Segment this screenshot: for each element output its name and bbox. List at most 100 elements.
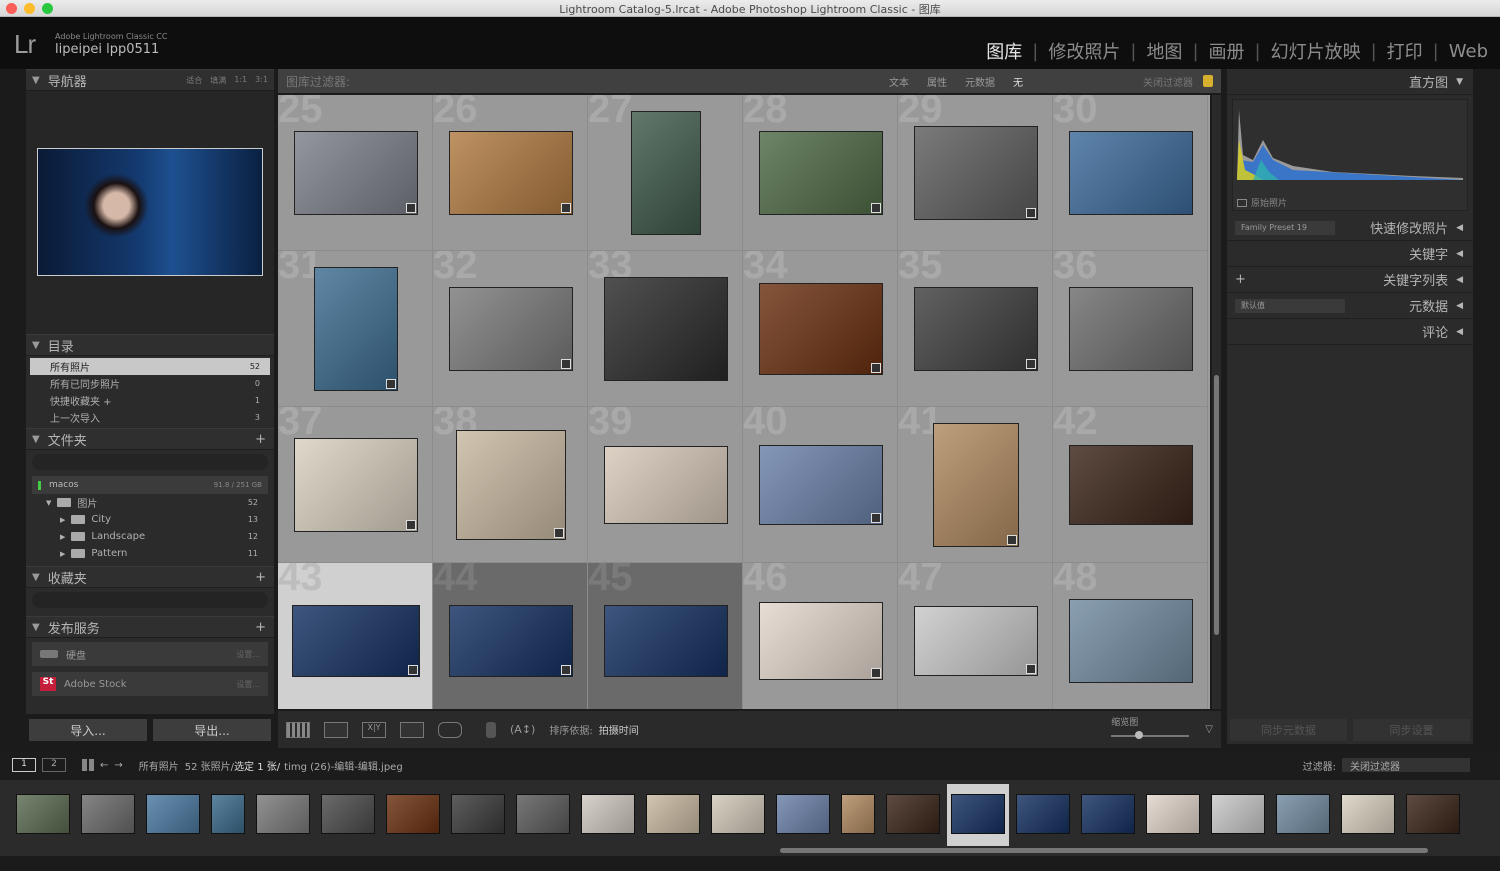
folder-search-field[interactable] bbox=[32, 454, 268, 470]
photo-thumbnail[interactable] bbox=[292, 605, 420, 677]
grid-cell[interactable]: 43 bbox=[278, 563, 433, 709]
folder-item[interactable]: ▶ City 13 bbox=[32, 511, 268, 528]
photo-thumbnail[interactable] bbox=[449, 605, 573, 677]
grid-cell[interactable]: 47 bbox=[898, 563, 1053, 709]
filmstrip-thumbnail[interactable] bbox=[581, 794, 635, 834]
grid-cell[interactable]: 35 bbox=[898, 251, 1053, 407]
photo-thumbnail[interactable] bbox=[1069, 287, 1193, 371]
filmstrip-thumbnail[interactable] bbox=[146, 794, 200, 834]
module-3[interactable]: 画册 bbox=[1209, 38, 1245, 64]
module-6[interactable]: Web bbox=[1449, 41, 1488, 62]
lock-icon[interactable] bbox=[1203, 75, 1213, 87]
add-collection-icon[interactable]: + bbox=[255, 570, 266, 585]
grid-cell[interactable]: 34 bbox=[743, 251, 898, 407]
folder-item[interactable]: ▶ Pattern 11 bbox=[32, 545, 268, 562]
preset-select[interactable]: Family Preset 19 bbox=[1235, 220, 1335, 235]
zoom-option[interactable]: 填满 bbox=[210, 75, 226, 86]
photo-thumbnail[interactable] bbox=[294, 438, 418, 532]
grid-icon[interactable] bbox=[82, 759, 94, 771]
filmstrip-thumbnail[interactable] bbox=[1341, 794, 1395, 834]
export-button[interactable]: 导出... bbox=[153, 719, 271, 741]
comments-header[interactable]: 评论 ◀ bbox=[1227, 319, 1473, 345]
navigator-header[interactable]: ▼ 导航器 适合 填满 1:1 3:1 bbox=[26, 69, 274, 91]
photo-thumbnail[interactable] bbox=[294, 131, 418, 215]
grid-cell[interactable]: 40 bbox=[743, 407, 898, 563]
grid-cell[interactable]: 41 bbox=[898, 407, 1053, 563]
photo-thumbnail[interactable] bbox=[449, 131, 573, 215]
publish-header[interactable]: ▼ 发布服务 + bbox=[26, 616, 274, 638]
forward-arrow-icon[interactable]: → bbox=[114, 760, 122, 771]
filmstrip-thumbnail[interactable] bbox=[1211, 794, 1265, 834]
filmstrip-thumbnail[interactable] bbox=[1276, 794, 1330, 834]
folder-disclosure-icon[interactable]: ▶ bbox=[60, 533, 65, 541]
grid-cell[interactable]: 32 bbox=[433, 251, 588, 407]
photo-thumbnail[interactable] bbox=[914, 126, 1038, 220]
photo-thumbnail[interactable] bbox=[1069, 131, 1193, 215]
original-photo-toggle[interactable]: 原始照片 bbox=[1237, 196, 1287, 209]
grid-cell[interactable]: 46 bbox=[743, 563, 898, 709]
folder-disclosure-icon[interactable]: ▶ bbox=[60, 516, 65, 524]
grid-cell[interactable]: 36 bbox=[1053, 251, 1208, 407]
sync-metadata-button[interactable]: 同步元数据 bbox=[1230, 719, 1347, 741]
grid-cell[interactable]: 30 bbox=[1053, 95, 1208, 251]
photo-thumbnail[interactable] bbox=[933, 423, 1019, 547]
add-folder-icon[interactable]: + bbox=[255, 432, 266, 447]
grid-scroll-thumb[interactable] bbox=[1214, 375, 1219, 635]
compare-view-icon[interactable]: X|Y bbox=[362, 721, 386, 738]
spray-can-icon[interactable] bbox=[486, 721, 496, 738]
grid-cell[interactable]: 48 bbox=[1053, 563, 1208, 709]
primary-window-button[interactable]: 1 bbox=[12, 758, 36, 772]
photo-thumbnail[interactable] bbox=[914, 287, 1038, 371]
sync-settings-button[interactable]: 同步设置 bbox=[1353, 719, 1470, 741]
quick-develop-header[interactable]: Family Preset 19 快速修改照片 ◀ bbox=[1227, 215, 1473, 241]
catalog-item[interactable]: 上一次导入 3 bbox=[30, 409, 270, 426]
thumbnail-thumb[interactable] bbox=[1135, 730, 1144, 739]
filmstrip-thumbnail[interactable] bbox=[1146, 794, 1200, 834]
module-4[interactable]: 幻灯片放映 bbox=[1271, 38, 1361, 64]
grid-view-icon[interactable] bbox=[286, 721, 310, 738]
grid-cell[interactable]: 37 bbox=[278, 407, 433, 563]
photo-thumbnail[interactable] bbox=[631, 111, 701, 235]
filmstrip-thumbnail[interactable] bbox=[211, 794, 245, 834]
collections-header[interactable]: ▼ 收藏夹 + bbox=[26, 566, 274, 588]
photo-thumbnail[interactable] bbox=[314, 267, 398, 391]
metadata-preset-select[interactable]: 默认值 bbox=[1235, 298, 1345, 313]
filter-select[interactable]: 关闭过滤器 bbox=[1342, 758, 1470, 773]
sort-value[interactable]: 拍摄时间 bbox=[599, 722, 639, 737]
keyword-list-header[interactable]: + 关键字列表 ◀ bbox=[1227, 267, 1473, 293]
filmstrip-thumbnail[interactable] bbox=[711, 794, 765, 834]
grid-cell[interactable]: 25 bbox=[278, 95, 433, 251]
volume-row[interactable]: macos 91.8 / 251 GB bbox=[32, 476, 268, 494]
thumbnail-slider[interactable]: 缩览图 bbox=[1111, 715, 1191, 745]
filmstrip-scrollbar[interactable] bbox=[780, 848, 1428, 853]
zoom-option[interactable]: 1:1 bbox=[234, 75, 247, 86]
module-0[interactable]: 图库 bbox=[986, 38, 1022, 64]
catalog-header[interactable]: ▼ 目录 bbox=[26, 334, 274, 356]
filmstrip-thumbnail[interactable] bbox=[951, 794, 1005, 834]
filmstrip-thumbnail[interactable] bbox=[1406, 794, 1460, 834]
grid-cell[interactable]: 31 bbox=[278, 251, 433, 407]
grid-cell[interactable]: 38 bbox=[433, 407, 588, 563]
zoom-option[interactable]: 适合 bbox=[186, 75, 202, 86]
filter-tab[interactable]: 无 bbox=[1013, 74, 1023, 89]
grid-cell[interactable]: 28 bbox=[743, 95, 898, 251]
publish-settings-link[interactable]: 设置... bbox=[236, 679, 260, 690]
filter-tab[interactable]: 文本 bbox=[889, 74, 909, 89]
publish-service[interactable]: 硬盘 设置... bbox=[32, 642, 268, 666]
folder-item[interactable]: ▶ Landscape 12 bbox=[32, 528, 268, 545]
filmstrip-thumbnail[interactable] bbox=[16, 794, 70, 834]
filmstrip-thumbnail[interactable] bbox=[1081, 794, 1135, 834]
add-keyword-icon[interactable]: + bbox=[1235, 272, 1246, 287]
close-filter-label[interactable]: 关闭过滤器 bbox=[1143, 74, 1193, 89]
photo-thumbnail[interactable] bbox=[1069, 445, 1193, 525]
filmstrip-thumbnail[interactable] bbox=[776, 794, 830, 834]
photo-thumbnail[interactable] bbox=[914, 606, 1038, 676]
secondary-window-button[interactable]: 2 bbox=[42, 758, 66, 772]
histogram-header[interactable]: 直方图 ▼ bbox=[1227, 69, 1473, 95]
grid-cell[interactable]: 26 bbox=[433, 95, 588, 251]
loupe-view-icon[interactable] bbox=[324, 721, 348, 738]
filter-tab[interactable]: 属性 bbox=[927, 74, 947, 89]
module-1[interactable]: 修改照片 bbox=[1048, 38, 1120, 64]
module-2[interactable]: 地图 bbox=[1146, 38, 1182, 64]
navigator-preview-image[interactable] bbox=[37, 148, 263, 276]
